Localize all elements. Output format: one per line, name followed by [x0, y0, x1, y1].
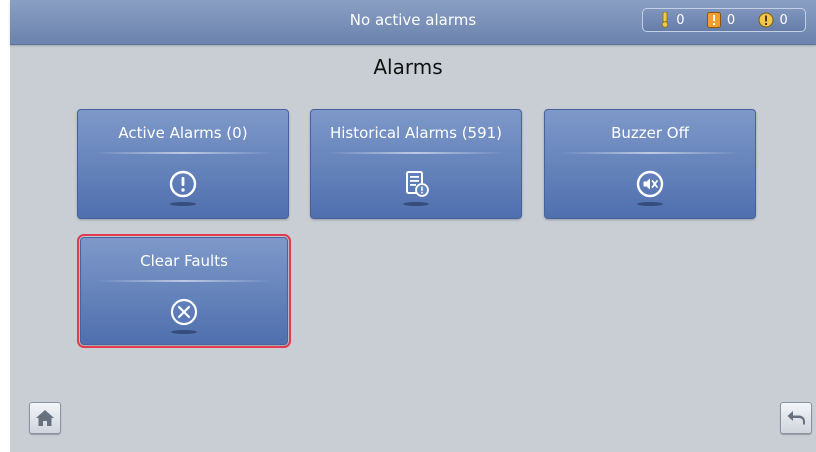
active-alarms-label: Active Alarms (0)	[118, 124, 248, 142]
back-button[interactable]	[780, 402, 812, 434]
tile-divider	[94, 152, 272, 154]
buzzer-off-label: Buzzer Off	[611, 124, 689, 142]
alarms-screen: No active alarms 0 0 0 Alarms Active Ala…	[0, 0, 816, 452]
clear-faults-button[interactable]: Clear Faults	[77, 234, 291, 348]
minor-alarm-counter[interactable]: 0	[660, 12, 684, 28]
icon-shadow	[403, 202, 429, 206]
icon-shadow	[637, 202, 663, 206]
clear-x-circle-icon	[168, 296, 200, 328]
critical-alarm-icon	[758, 12, 774, 28]
home-button[interactable]	[29, 402, 61, 434]
minor-alarm-count: 0	[676, 12, 685, 28]
icon-shadow	[171, 330, 197, 334]
tile-divider	[97, 280, 271, 282]
exclamation-circle-icon	[167, 168, 199, 200]
mute-speaker-icon	[634, 168, 666, 200]
historical-alarms-label: Historical Alarms (591)	[329, 124, 503, 142]
major-alarm-count: 0	[726, 12, 736, 28]
page-title: Alarms	[373, 55, 443, 79]
active-alarms-button[interactable]: Active Alarms (0)	[77, 109, 289, 219]
critical-alarm-count: 0	[779, 12, 788, 28]
tile-divider	[327, 152, 505, 154]
clear-faults-label: Clear Faults	[140, 252, 228, 270]
buzzer-off-button[interactable]: Buzzer Off	[544, 109, 756, 219]
major-alarm-counter[interactable]: 0	[706, 12, 736, 28]
status-bar: No active alarms 0 0 0	[10, 0, 816, 45]
icon-shadow	[170, 202, 196, 206]
back-arrow-icon	[786, 409, 806, 427]
home-icon	[35, 409, 55, 427]
tile-divider	[561, 152, 739, 154]
alarm-counter-panel[interactable]: 0 0 0	[642, 8, 806, 32]
minor-alarm-icon	[660, 12, 670, 28]
major-alarm-icon	[706, 12, 721, 28]
critical-alarm-counter[interactable]: 0	[758, 12, 788, 28]
history-log-icon	[400, 168, 432, 200]
historical-alarms-button[interactable]: Historical Alarms (591)	[310, 109, 522, 219]
